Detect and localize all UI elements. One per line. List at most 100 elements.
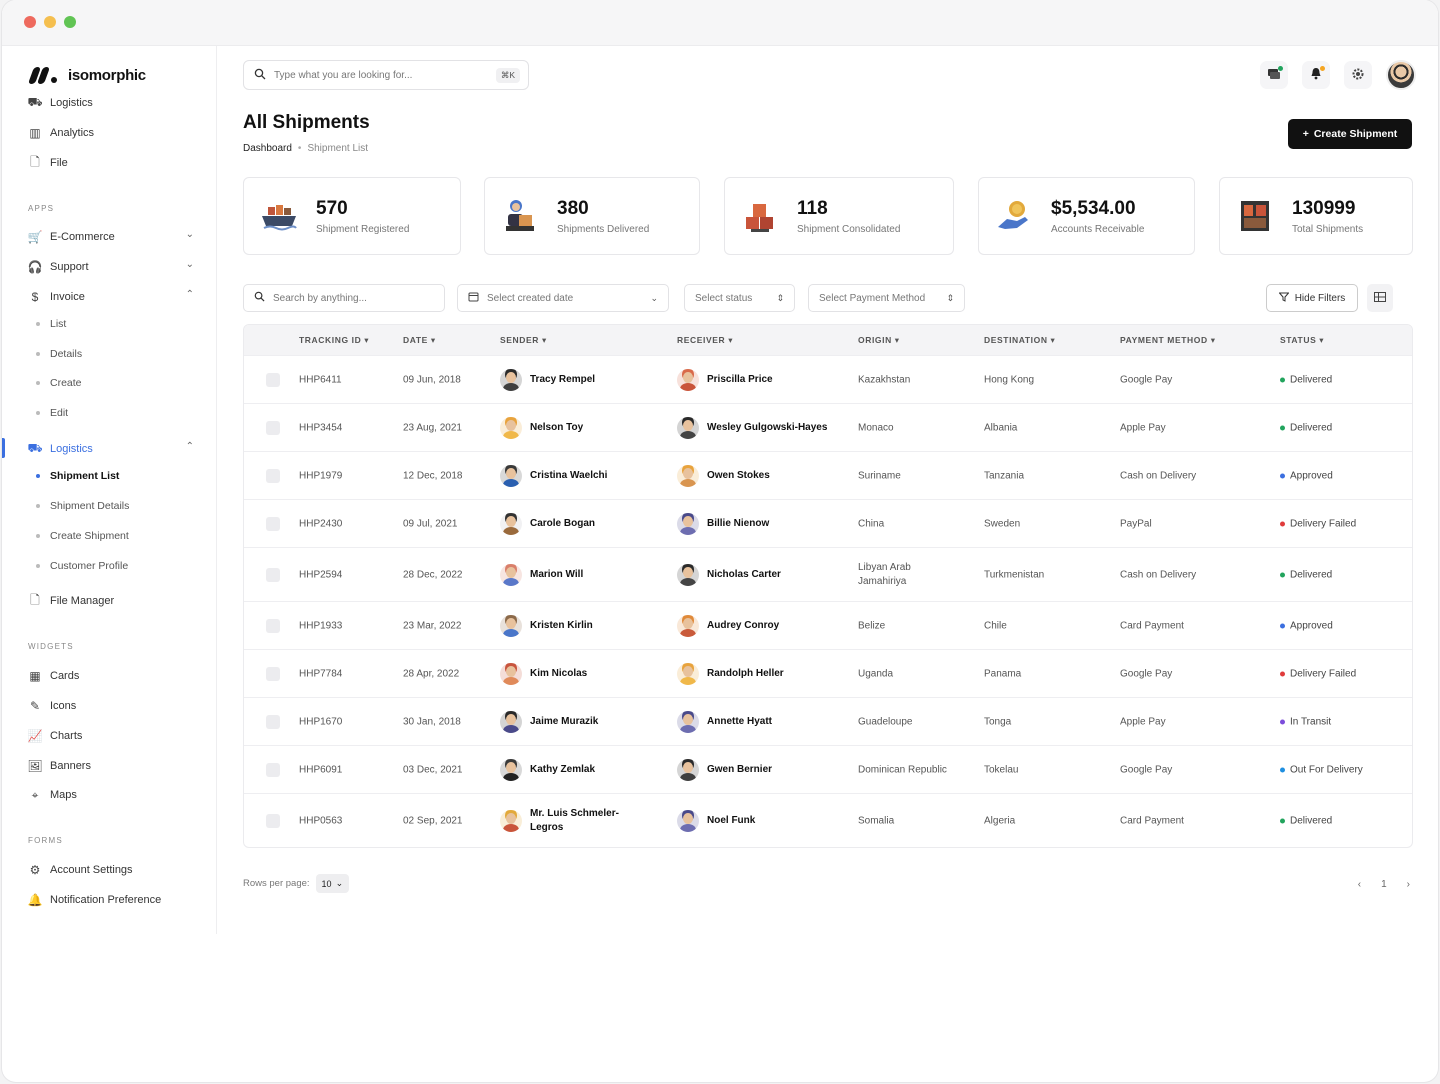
table-header: TRACKING ID ▾ DATE ▾ SENDER ▾ RECEIVER ▾ ORI… (244, 325, 1412, 355)
sender[interactable]: Marion Will (500, 563, 583, 586)
row-checkbox[interactable] (266, 567, 280, 582)
column-header[interactable]: DESTINATION ▾ (984, 335, 1055, 346)
sidebar-item-widget-1[interactable]: ✎ Icons (28, 697, 194, 715)
sidebar-item-label: Invoice (50, 291, 85, 303)
sidebar-subitem-invoice-3[interactable]: Edit (36, 407, 68, 419)
sidebar-item-file-manager[interactable]: 🗋 File Manager (28, 592, 194, 610)
row-checkbox[interactable] (266, 516, 280, 531)
sender[interactable]: Mr. Luis Schmeler-Legros (500, 807, 630, 835)
app-logo[interactable]: isomorphic (27, 65, 146, 85)
sidebar-subitem-invoice-2[interactable]: Create (36, 377, 82, 389)
column-header[interactable]: STATUS ▾ (1280, 335, 1324, 346)
column-header[interactable]: DATE ▾ (403, 335, 436, 346)
close-window-button[interactable] (24, 16, 36, 28)
messages-button[interactable] (1260, 61, 1288, 89)
next-page-button[interactable]: › (1407, 879, 1410, 890)
hide-filters-button[interactable]: Hide Filters (1266, 284, 1358, 312)
prev-page-button[interactable]: ‹ (1358, 879, 1361, 890)
rows-per-page-select[interactable]: 10 ⌄ (315, 874, 350, 893)
sender[interactable]: Kristen Kirlin (500, 614, 593, 637)
row-checkbox[interactable] (266, 666, 280, 681)
sidebar-item-widget-4[interactable]: ⌖ Maps (28, 786, 194, 804)
table-row[interactable]: HHP6091 03 Dec, 2021 Kathy Zemlak Gwen Bern… (244, 745, 1412, 793)
sender[interactable]: Carole Bogan (500, 512, 595, 535)
sidebar-item-form-0[interactable]: ⚙ Account Settings (28, 861, 194, 879)
sidebar-subitem-logistics-0[interactable]: Shipment List (36, 470, 119, 482)
receiver[interactable]: Audrey Conroy (677, 614, 779, 637)
user-avatar[interactable] (1386, 60, 1416, 90)
receiver[interactable]: Billie Nienow (677, 512, 769, 535)
table-row[interactable]: HHP2594 28 Dec, 2022 Marion Will Nicholas C… (244, 547, 1412, 601)
sidebar-item-logistics-top[interactable]: ⛟ Logistics (27, 94, 194, 112)
sidebar-subitem-logistics-1[interactable]: Shipment Details (36, 500, 129, 512)
minimize-window-button[interactable] (44, 16, 56, 28)
cart-icon: 🛒 (27, 230, 43, 244)
column-header[interactable]: ORIGIN ▾ (858, 335, 900, 346)
sender[interactable]: Kim Nicolas (500, 662, 587, 685)
breadcrumb-dashboard[interactable]: Dashboard (243, 143, 292, 154)
table-row[interactable]: HHP7784 28 Apr, 2022 Kim Nicolas Randolph H… (244, 649, 1412, 697)
row-checkbox[interactable] (266, 762, 280, 777)
table-search-input[interactable]: Search by anything... (243, 284, 445, 312)
column-header[interactable]: PAYMENT METHOD ▾ (1120, 335, 1216, 346)
table-row[interactable]: HHP1670 30 Jan, 2018 Jaime Murazik Annette … (244, 697, 1412, 745)
global-search-input[interactable]: Type what you are looking for... ⌘K (243, 60, 529, 90)
sidebar-item-support[interactable]: 🎧 Support ⌄ (28, 258, 194, 276)
sidebar-item-widget-2[interactable]: 📈 Charts (28, 727, 194, 745)
receiver[interactable]: Randolph Heller (677, 662, 784, 685)
sidebar-item-label: Charts (50, 730, 83, 742)
row-checkbox[interactable] (266, 618, 280, 633)
payment-filter[interactable]: Select Payment Method ⇕ (808, 284, 965, 312)
row-checkbox[interactable] (266, 372, 280, 387)
receiver[interactable]: Nicholas Carter (677, 563, 781, 586)
table-cell: Tokelau (984, 764, 1018, 775)
column-header[interactable]: SENDER ▾ (500, 335, 547, 346)
column-header[interactable]: RECEIVER ▾ (677, 335, 733, 346)
receiver[interactable]: Gwen Bernier (677, 758, 772, 781)
receiver[interactable]: Wesley Gulgowski-Hayes (677, 416, 827, 439)
sidebar-item-analytics[interactable]: ▥ Analytics (28, 124, 194, 142)
page-number[interactable]: 1 (1381, 879, 1387, 890)
table-cell: Sweden (984, 518, 1020, 529)
notifications-button[interactable] (1302, 61, 1330, 89)
table-row[interactable]: HHP2430 09 Jul, 2021 Carole Bogan Billie Ni… (244, 499, 1412, 547)
table-row[interactable]: HHP1933 23 Mar, 2022 Kristen Kirlin Audrey … (244, 601, 1412, 649)
status-filter[interactable]: Select status ⇕ (684, 284, 795, 312)
sidebar-item-form-1[interactable]: 🔔 Notification Preference (28, 891, 194, 909)
maximize-window-button[interactable] (64, 16, 76, 28)
table-row[interactable]: HHP6411 09 Jun, 2018 Tracy Rempel Priscilla… (244, 355, 1412, 403)
column-header[interactable]: TRACKING ID ▾ (299, 335, 369, 346)
column-toggle-button[interactable] (1367, 284, 1393, 312)
sender[interactable]: Cristina Waelchi (500, 464, 607, 487)
sidebar-item-widget-0[interactable]: ▦ Cards (28, 667, 194, 685)
sender[interactable]: Tracy Rempel (500, 368, 595, 391)
row-checkbox[interactable] (266, 714, 280, 729)
table-row[interactable]: HHP3454 23 Aug, 2021 Nelson Toy Wesley Gulg… (244, 403, 1412, 451)
sidebar-item-logistics[interactable]: ⛟ Logistics ⌃ (27, 440, 194, 458)
sidebar-subitem-logistics-3[interactable]: Customer Profile (36, 560, 128, 572)
create-shipment-button[interactable]: + Create Shipment (1288, 119, 1412, 149)
sidebar-subitem-invoice-0[interactable]: List (36, 318, 66, 330)
receiver[interactable]: Annette Hyatt (677, 710, 772, 733)
receiver[interactable]: Priscilla Price (677, 368, 773, 391)
sender[interactable]: Nelson Toy (500, 416, 583, 439)
row-checkbox[interactable] (266, 420, 280, 435)
sidebar-item-widget-3[interactable]: 🖼 Banners (27, 757, 194, 775)
sidebar-subitem-logistics-2[interactable]: Create Shipment (36, 530, 129, 542)
sender[interactable]: Jaime Murazik (500, 710, 598, 733)
sidebar-item-ecommerce[interactable]: 🛒 E-Commerce ⌄ (28, 228, 194, 246)
settings-button[interactable] (1344, 61, 1372, 89)
row-checkbox[interactable] (266, 468, 280, 483)
sidebar-subitem-invoice-1[interactable]: Details (36, 348, 82, 360)
receiver[interactable]: Noel Funk (677, 809, 755, 832)
section-title-apps: APPS (28, 204, 55, 213)
sidebar-item-invoice[interactable]: $ Invoice ⌃ (28, 288, 194, 306)
headset-icon: 🎧 (27, 260, 43, 274)
receiver[interactable]: Owen Stokes (677, 464, 770, 487)
table-row[interactable]: HHP1979 12 Dec, 2018 Cristina Waelchi Owen … (244, 451, 1412, 499)
row-checkbox[interactable] (266, 813, 280, 828)
sender[interactable]: Kathy Zemlak (500, 758, 595, 781)
table-row[interactable]: HHP0563 02 Sep, 2021 Mr. Luis Schmeler-Leg… (244, 793, 1412, 847)
sidebar-item-file[interactable]: 🗋 File (28, 154, 194, 172)
date-filter[interactable]: Select created date ⌄ (457, 284, 669, 312)
